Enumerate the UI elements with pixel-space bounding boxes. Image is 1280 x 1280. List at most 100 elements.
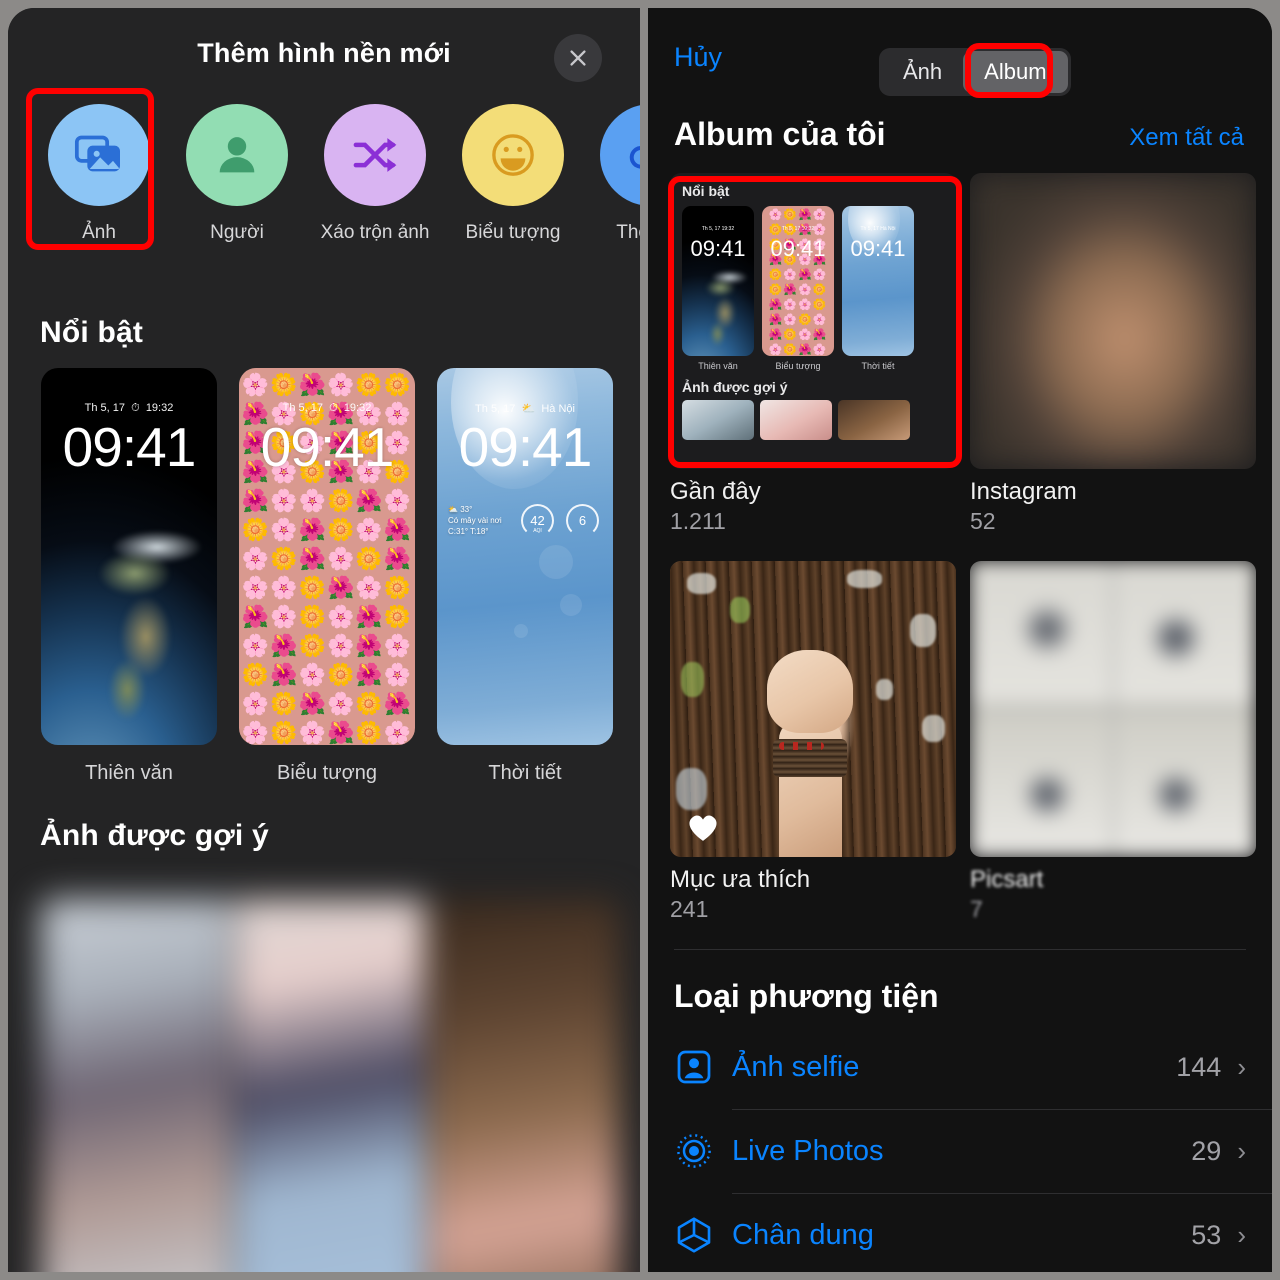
mini-caption: Biểu tượng [775, 361, 821, 371]
album-card-picsart[interactable]: Picsart 7 [970, 561, 1256, 923]
mini-date: Th 5, 17 Hà Nội [860, 226, 896, 232]
album-card-recent[interactable]: Nổi bật Th 5, 17 19:32 09:41 Thiên văn 🌸… [670, 173, 956, 535]
album-name: Mục ưa thích [670, 866, 811, 893]
tab-photos[interactable]: Ảnh [882, 51, 963, 93]
photos-icon [74, 135, 120, 172]
fist [767, 649, 854, 733]
wallpaper-preview: Th 5, 17 ⏱ 19:32 09:41 [41, 368, 217, 745]
mini-wallpaper-preview: Th 5, 17 19:32 09:41 [682, 206, 754, 356]
wallpaper-preview: Th 5, 17 ⛅ Hà Nội 09:41 ⛅ 33° Có mây vài… [437, 368, 613, 745]
lens-flare [560, 594, 583, 617]
category-label: Xáo trộn ảnh [320, 222, 430, 243]
weather-widget: ⛅ 33° Có mây vài nơi C:31° T:18° [448, 504, 502, 537]
chevron-right-icon: › [1237, 1051, 1246, 1082]
album-card-favorites[interactable]: Mục ưa thích 241 [670, 561, 956, 923]
album-thumbnail [670, 561, 956, 857]
category-emoji[interactable]: Biểu tượng [458, 104, 568, 246]
wallpaper-emoji[interactable]: 🌸🌼🌺🌸🌼🌼🌺🌸🌼🌺🌸🌸🌺🌼🌸🌺🌼🌸🌺🌸🌼🌺🌸🌼🌺🌸🌸🌼🌺🌸🌼🌸🌺🌼🌸🌺🌸🌼🌺🌸… [239, 368, 415, 785]
category-label: Thời tiết [616, 222, 640, 243]
media-type-count: 144 [1176, 1051, 1222, 1082]
media-type-label: Live Photos [732, 1134, 884, 1167]
suggested-photo[interactable] [235, 899, 425, 1272]
category-label: Biểu tượng [465, 222, 561, 243]
suggested-photos-strip[interactable] [41, 899, 619, 1272]
wallpaper-weather[interactable]: Th 5, 17 ⛅ Hà Nội 09:41 ⛅ 33° Có mây vài… [437, 368, 613, 785]
mini-suggested-photo [760, 400, 832, 440]
media-type-count: 29 [1191, 1135, 1222, 1166]
earth-continent [93, 526, 217, 745]
mini-caption: Thiên văn [698, 361, 738, 371]
photos-album-segmented-control[interactable]: Ảnh Album [879, 48, 1071, 96]
album-thumbnail [970, 561, 1256, 857]
album-grid: Nổi bật Th 5, 17 19:32 09:41 Thiên văn 🌸… [648, 173, 1272, 923]
wallpaper-preview: 🌸🌼🌺🌸🌼🌼🌺🌸🌼🌺🌸🌸🌺🌼🌸🌺🌼🌸🌺🌸🌼🌺🌸🌼🌺🌸🌸🌼🌺🌸🌼🌸🌺🌼🌸🌺🌸🌼🌺🌸… [239, 368, 415, 745]
shuffle-icon [353, 138, 397, 172]
weather-range: C:31° T:18° [448, 527, 489, 536]
shuffle-icon-circle [324, 104, 426, 206]
add-wallpaper-panel: Thêm hình nền mới Ảnh Người Xáo trộn ảnh… [8, 8, 640, 1272]
featured-section-title: Nổi bật [40, 316, 144, 349]
mini-date: Th 5, 17 19:32 [701, 226, 735, 232]
wallpaper-date: Th 5, 17 ⛅ Hà Nội [475, 403, 575, 415]
close-icon [570, 50, 586, 66]
suggested-photo[interactable] [41, 899, 231, 1272]
media-type-label: Chân dung [732, 1218, 874, 1251]
wallpaper-date: Th 5, 17 ⏱ 19:32 [282, 402, 372, 414]
tab-album[interactable]: Album [963, 51, 1068, 93]
mini-time: 09:41 [690, 236, 746, 261]
category-weather[interactable]: Thời tiết [596, 104, 640, 246]
album-count: 1.211 [670, 508, 726, 534]
category-shuffle[interactable]: Xáo trộn ảnh [320, 104, 430, 246]
weather-icon-circle [600, 104, 640, 206]
lens-flare [539, 545, 574, 580]
media-types-title: Loại phương tiện [674, 978, 939, 1014]
mini-time: 09:41 [850, 236, 906, 261]
media-type-live-photos[interactable]: Live Photos 29 › [648, 1109, 1272, 1193]
page-title: Thêm hình nền mới [197, 38, 451, 68]
blurred-photo [970, 173, 1256, 469]
media-type-selfies[interactable]: Ảnh selfie 144 › [648, 1025, 1272, 1109]
live-photo-icon-wrap [674, 1131, 732, 1171]
suggested-photo[interactable] [429, 899, 619, 1272]
album-thumbnail [970, 173, 1256, 469]
wallpaper-caption: Biểu tượng [277, 762, 377, 784]
category-people[interactable]: Người [182, 104, 292, 246]
category-label: Ảnh [82, 222, 116, 243]
mini-featured-label: Nổi bật [682, 183, 730, 199]
wallpaper-date: Th 5, 17 ⏱ 19:32 [84, 402, 174, 414]
album-thumbnail: Nổi bật Th 5, 17 19:32 09:41 Thiên văn 🌸… [670, 173, 956, 469]
mini-suggested-row [682, 400, 956, 440]
weather-dials: 42 AQI 6 [521, 504, 599, 537]
picker-toolbar: Hủy Ảnh Album [648, 26, 1272, 98]
media-type-portrait[interactable]: Chân dung 53 › [648, 1193, 1272, 1272]
album-count: 7 [970, 896, 983, 922]
live-photo-icon [677, 1134, 711, 1168]
person-icon [219, 137, 255, 173]
section-title: Album của tôi [674, 116, 886, 152]
album-picker-panel: Hủy Ảnh Album Album của tôi Xem tất cả N… [648, 8, 1272, 1272]
emoji-icon-circle [462, 104, 564, 206]
beaded-bracelet [772, 738, 848, 778]
portrait-cube-icon-wrap [674, 1215, 732, 1255]
mini-suggested-photo [838, 400, 910, 440]
wallpaper-caption: Thời tiết [488, 762, 562, 784]
see-all-link[interactable]: Xem tất cả [1129, 124, 1244, 152]
suggested-section-title: Ảnh được gợi ý [40, 819, 269, 852]
album-count: 241 [670, 896, 709, 922]
my-albums-header: Album của tôi Xem tất cả [648, 98, 1272, 173]
screenshot-root: Thêm hình nền mới Ảnh Người Xáo trộn ảnh… [0, 0, 1280, 1280]
wallpaper-caption: Thiên văn [85, 762, 173, 784]
mini-wallpaper-row: Th 5, 17 19:32 09:41 Thiên văn 🌸🌼🌺🌸🌼🌼🌺🌸🌼… [682, 206, 956, 371]
emoji-icon [492, 134, 534, 176]
cancel-button[interactable]: Hủy [674, 42, 722, 73]
photos-icon-circle [48, 104, 150, 206]
close-button[interactable] [554, 34, 602, 82]
album-card-instagram[interactable]: Instagram 52 [970, 173, 1256, 535]
category-photos[interactable]: Ảnh [44, 104, 154, 246]
wallpaper-time: 09:41 [458, 416, 593, 478]
mini-caption: Thời tiết [861, 361, 895, 371]
category-row: Ảnh Người Xáo trộn ảnh Biểu tượng Th [8, 100, 640, 290]
wallpaper-astronomy[interactable]: Th 5, 17 ⏱ 19:32 09:41 Thiên văn [41, 368, 217, 785]
selfie-icon-wrap [674, 1047, 732, 1087]
album-count: 52 [970, 508, 996, 534]
